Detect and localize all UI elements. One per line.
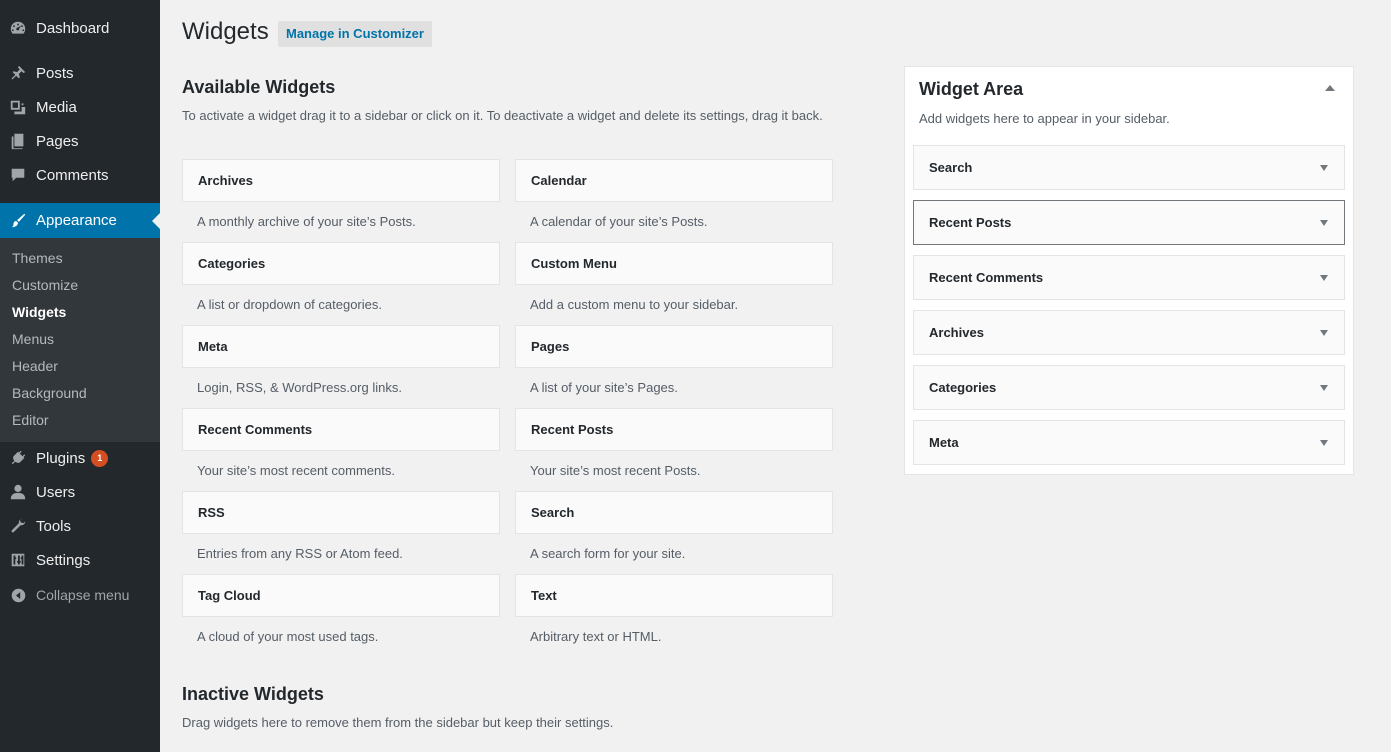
menu-dashboard[interactable]: Dashboard: [0, 11, 160, 45]
widget-tag-cloud[interactable]: Tag Cloud: [182, 574, 500, 617]
area-widget-title: Recent Comments: [929, 270, 1044, 285]
expand-arrow-icon[interactable]: [1320, 275, 1328, 281]
submenu-menus[interactable]: Menus: [12, 329, 54, 349]
area-widget-meta[interactable]: Meta: [913, 420, 1345, 465]
expand-arrow-icon[interactable]: [1320, 440, 1328, 446]
expand-arrow-icon[interactable]: [1320, 220, 1328, 226]
widget-description: Entries from any RSS or Atom feed.: [197, 546, 403, 561]
submenu-background[interactable]: Background: [12, 383, 87, 403]
active-indicator: [152, 212, 160, 229]
area-widget-search[interactable]: Search: [913, 145, 1345, 190]
menu-tools[interactable]: Tools: [0, 509, 160, 543]
submenu-header[interactable]: Header: [12, 356, 58, 376]
expand-arrow-icon[interactable]: [1320, 165, 1328, 171]
media-icon: [0, 98, 36, 116]
widget-search[interactable]: Search: [515, 491, 833, 534]
widget-description: A cloud of your most used tags.: [197, 629, 379, 644]
inactive-widgets-description: Drag widgets here to remove them from th…: [182, 715, 614, 730]
widget-meta[interactable]: Meta: [182, 325, 500, 368]
expand-arrow-icon[interactable]: [1320, 385, 1328, 391]
menu-media[interactable]: Media: [0, 90, 160, 124]
submenu-customize[interactable]: Customize: [12, 275, 78, 295]
widget-text[interactable]: Text: [515, 574, 833, 617]
user-icon: [0, 483, 36, 501]
widget-area-sidebar[interactable]: Widget Area Add widgets here to appear i…: [904, 66, 1354, 475]
area-widget-title: Search: [929, 160, 973, 175]
menu-users[interactable]: Users: [0, 475, 160, 509]
paintbrush-icon: [0, 212, 36, 230]
menu-comments[interactable]: Comments: [0, 158, 160, 192]
area-widget-title: Archives: [929, 325, 984, 340]
menu-appearance[interactable]: Appearance: [0, 203, 160, 238]
submenu-editor[interactable]: Editor: [12, 410, 49, 430]
wrench-icon: [0, 517, 36, 535]
menu-label: Pages: [36, 132, 79, 150]
widget-description: A calendar of your site’s Posts.: [530, 214, 708, 229]
available-widgets-description: To activate a widget drag it to a sideba…: [182, 108, 823, 123]
area-widget-archives[interactable]: Archives: [913, 310, 1345, 355]
widget-archives[interactable]: Archives: [182, 159, 500, 202]
admin-sidebar: Dashboard Posts Media Pages Comments App…: [0, 0, 160, 752]
menu-label: Tools: [36, 517, 72, 535]
comment-icon: [0, 166, 36, 184]
page-title: Widgets: [182, 18, 269, 45]
area-widget-title: Meta: [929, 435, 959, 450]
widget-recent-posts[interactable]: Recent Posts: [515, 408, 833, 451]
plugin-icon: [0, 449, 36, 467]
menu-label: Plugins: [36, 449, 86, 467]
area-widget-title: Categories: [929, 380, 997, 395]
widget-description: Login, RSS, & WordPress.org links.: [197, 380, 402, 395]
menu-label: Settings: [36, 551, 91, 569]
widget-rss[interactable]: RSS: [182, 491, 500, 534]
manage-in-customizer-button[interactable]: Manage in Customizer: [278, 21, 432, 47]
widget-description: A search form for your site.: [530, 546, 686, 561]
submenu-themes[interactable]: Themes: [12, 248, 63, 268]
appearance-submenu: Themes Customize Widgets Menus Header Ba…: [0, 238, 160, 442]
widget-description: Your site’s most recent Posts.: [530, 463, 701, 478]
menu-label: Comments: [36, 166, 109, 184]
menu-label: Appearance: [36, 212, 117, 229]
widget-description: A list or dropdown of categories.: [197, 297, 382, 312]
menu-settings[interactable]: Settings: [0, 543, 160, 577]
collapse-label: Collapse menu: [36, 587, 130, 603]
menu-plugins[interactable]: Plugins 1: [0, 441, 160, 475]
submenu-widgets[interactable]: Widgets: [12, 302, 66, 322]
widget-description: A monthly archive of your site’s Posts.: [197, 214, 416, 229]
area-widget-title: Recent Posts: [929, 215, 1012, 230]
area-widget-categories[interactable]: Categories: [913, 365, 1345, 410]
widget-description: Arbitrary text or HTML.: [530, 629, 662, 644]
available-widgets-title: Available Widgets: [182, 77, 336, 97]
widget-description: Your site’s most recent comments.: [197, 463, 395, 478]
dashboard-icon: [0, 19, 36, 37]
collapse-arrow-icon: [0, 587, 36, 604]
widget-categories[interactable]: Categories: [182, 242, 500, 285]
inactive-widgets-title: Inactive Widgets: [182, 684, 324, 704]
widget-custom-menu[interactable]: Custom Menu: [515, 242, 833, 285]
menu-posts[interactable]: Posts: [0, 56, 160, 90]
area-widget-recent-comments[interactable]: Recent Comments: [913, 255, 1345, 300]
menu-label: Users: [36, 483, 76, 501]
update-count-badge: 1: [91, 449, 109, 467]
expand-arrow-icon[interactable]: [1320, 330, 1328, 336]
widget-description: A list of your site’s Pages.: [530, 380, 678, 395]
menu-label: Dashboard: [36, 19, 110, 37]
widget-area-title: Widget Area: [919, 79, 1024, 99]
collapse-menu-button[interactable]: Collapse menu: [0, 578, 160, 612]
menu-label: Posts: [36, 64, 74, 82]
widget-description: Add a custom menu to your sidebar.: [530, 297, 739, 312]
pages-icon: [0, 132, 36, 150]
menu-label: Media: [36, 98, 77, 116]
pushpin-icon: [0, 64, 36, 82]
widget-pages[interactable]: Pages: [515, 325, 833, 368]
menu-pages[interactable]: Pages: [0, 124, 160, 158]
area-widget-recent-posts[interactable]: Recent Posts: [913, 200, 1345, 245]
widget-area-description: Add widgets here to appear in your sideb…: [919, 111, 1170, 126]
settings-icon: [0, 551, 36, 569]
widget-calendar[interactable]: Calendar: [515, 159, 833, 202]
widget-recent-comments[interactable]: Recent Comments: [182, 408, 500, 451]
collapse-toggle-icon[interactable]: [1325, 85, 1335, 91]
